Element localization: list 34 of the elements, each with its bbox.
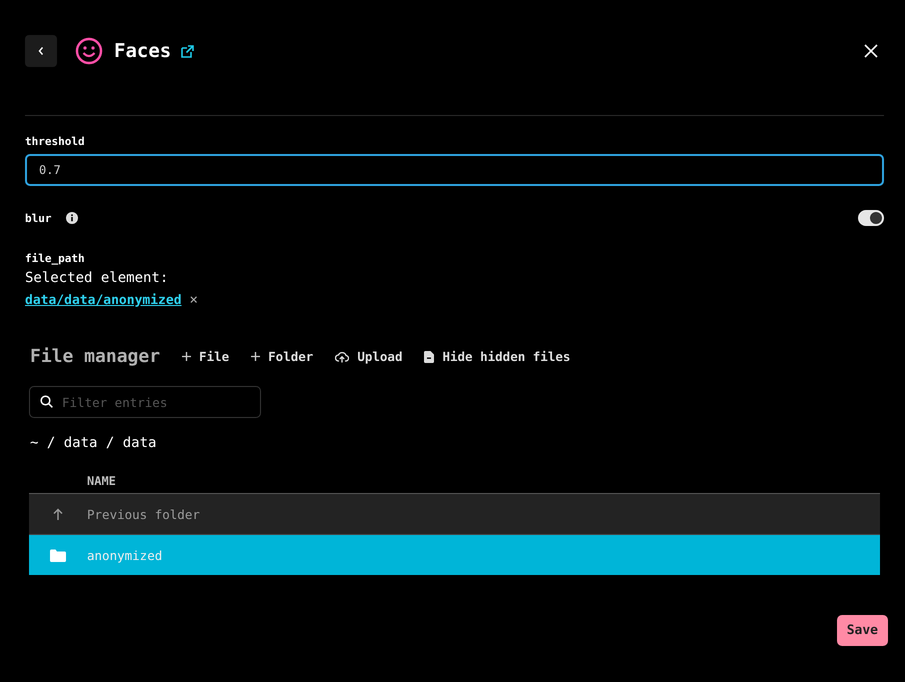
- field-label: blur: [25, 212, 52, 224]
- action-button[interactable]: Upload: [335, 349, 402, 364]
- info-icon[interactable]: [66, 212, 78, 224]
- plus-icon: [182, 352, 192, 361]
- arrow-up-icon: [53, 508, 63, 520]
- smiley-icon: [75, 37, 103, 65]
- file-manager-title: File manager: [30, 346, 160, 367]
- close-icon: [864, 44, 878, 58]
- search-icon: [40, 395, 53, 408]
- cloud-upload-icon: [335, 350, 350, 362]
- external-link-icon[interactable]: [181, 44, 194, 58]
- selected-element-caption: Selected element:: [25, 270, 170, 286]
- file-row[interactable]: Previous folder: [29, 494, 880, 535]
- folder-icon: [50, 548, 66, 562]
- threshold-input[interactable]: 0.7: [25, 154, 884, 186]
- field-label: file_path: [25, 252, 86, 265]
- document-icon: [424, 350, 434, 362]
- file-name: anonymized: [87, 548, 162, 562]
- page-title: Faces: [114, 40, 172, 62]
- blur-toggle[interactable]: [858, 210, 884, 226]
- plus-icon: [251, 352, 260, 361]
- breadcrumb: ~ / data / data: [30, 435, 158, 451]
- column-header: NAME: [87, 474, 116, 488]
- remove-button[interactable]: ×: [190, 292, 198, 308]
- chevron-left-icon: [37, 46, 45, 56]
- save-button[interactable]: Save: [836, 615, 888, 646]
- filter-field[interactable]: Filter entries: [29, 386, 261, 418]
- file-name: Previous folder: [87, 506, 200, 522]
- selected-path-link[interactable]: data/data/anonymized: [25, 292, 182, 308]
- action-button[interactable]: Hide hidden files: [424, 349, 570, 364]
- action-button[interactable]: Folder: [251, 349, 314, 364]
- field-label: threshold: [25, 135, 86, 148]
- action-button[interactable]: File: [182, 349, 230, 364]
- close-button[interactable]: [864, 44, 878, 58]
